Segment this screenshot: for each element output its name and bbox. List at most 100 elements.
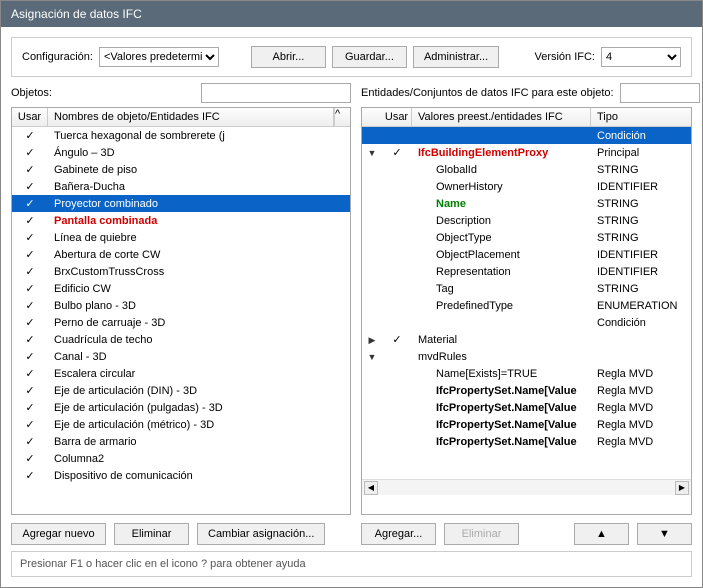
entity-row[interactable]: PredefinedTypeENUMERATION xyxy=(362,297,691,314)
object-row[interactable]: ✓Tuerca hexagonal de sombrerete (j xyxy=(12,127,350,144)
object-name: Eje de articulación (DIN) - 3D xyxy=(48,382,350,400)
object-row[interactable]: ✓Proyector combinado xyxy=(12,195,350,212)
col-name-header-r[interactable]: Valores preest./entidades IFC xyxy=(412,108,591,126)
change-assignment-button[interactable]: Cambiar asignación... xyxy=(197,523,325,545)
object-row[interactable]: ✓Cuadrícula de techo xyxy=(12,331,350,348)
entities-grid[interactable]: Usar Valores preest./entidades IFC Tipo … xyxy=(361,107,692,515)
use-checkmark[interactable] xyxy=(382,320,412,326)
use-checkmark[interactable] xyxy=(382,184,412,190)
content-area: Configuración: <Valores predetermi Abrir… xyxy=(1,27,702,587)
entity-row[interactable]: ▶✓Material xyxy=(362,331,691,348)
add-entity-button[interactable]: Agregar... xyxy=(361,523,436,545)
use-checkmark[interactable]: ✓ xyxy=(382,143,412,162)
object-name: Abertura de corte CW xyxy=(48,246,350,264)
expand-right-icon[interactable]: ▶ xyxy=(362,334,382,346)
entities-filter-input[interactable] xyxy=(620,83,700,103)
col-use-header[interactable]: Usar xyxy=(12,108,48,126)
entity-name: Name xyxy=(412,195,591,213)
entity-row[interactable]: IfcPropertySet.Name[ValueRegla MVD xyxy=(362,416,691,433)
objects-filter-input[interactable] xyxy=(201,83,351,103)
entity-type: IDENTIFIER xyxy=(591,246,691,264)
object-row[interactable]: ✓Barra de armario xyxy=(12,433,350,450)
move-down-button[interactable]: ▼ xyxy=(637,523,692,545)
scroll-right-icon[interactable]: ▶ xyxy=(675,481,689,495)
use-checkmark[interactable] xyxy=(382,235,412,241)
use-checkmark[interactable] xyxy=(382,133,412,139)
use-checkmark[interactable] xyxy=(382,303,412,309)
version-dropdown[interactable]: 4 xyxy=(601,47,681,67)
col-expand-header xyxy=(362,108,382,126)
add-new-button[interactable]: Agregar nuevo xyxy=(11,523,106,545)
use-checkmark[interactable] xyxy=(382,422,412,428)
entity-row[interactable]: IfcPropertySet.Name[ValueRegla MVD xyxy=(362,433,691,450)
object-row[interactable]: ✓Pantalla combinada xyxy=(12,212,350,229)
use-checkmark[interactable] xyxy=(382,286,412,292)
use-checkmark[interactable] xyxy=(382,269,412,275)
delete-entity-button[interactable]: Eliminar xyxy=(444,523,519,545)
object-row[interactable]: ✓Eje de articulación (DIN) - 3D xyxy=(12,382,350,399)
use-checkmark[interactable] xyxy=(382,201,412,207)
delete-object-button[interactable]: Eliminar xyxy=(114,523,189,545)
entity-row[interactable]: NameSTRING xyxy=(362,195,691,212)
use-checkmark[interactable] xyxy=(382,252,412,258)
use-checkmark[interactable] xyxy=(382,218,412,224)
object-row[interactable]: ✓Eje de articulación (pulgadas) - 3D xyxy=(12,399,350,416)
object-row[interactable]: ✓Ángulo – 3D xyxy=(12,144,350,161)
admin-button[interactable]: Administrar... xyxy=(413,46,499,68)
object-row[interactable]: ✓Línea de quiebre xyxy=(12,229,350,246)
entity-row[interactable]: Name[Exists]=TRUERegla MVD xyxy=(362,365,691,382)
object-row[interactable]: ✓Gabinete de piso xyxy=(12,161,350,178)
object-row[interactable]: ✓Canal - 3D xyxy=(12,348,350,365)
object-row[interactable]: ✓Dispositivo de comunicación xyxy=(12,467,350,484)
entity-type: STRING xyxy=(591,195,691,213)
object-row[interactable]: ✓Edificio CW xyxy=(12,280,350,297)
objects-label: Objetos: xyxy=(11,87,52,99)
entity-row[interactable]: GlobalIdSTRING xyxy=(362,161,691,178)
expand-down-icon[interactable]: ▼ xyxy=(362,147,382,159)
col-name-header[interactable]: Nombres de objeto/Entidades IFC xyxy=(48,108,334,126)
object-row[interactable]: ✓Columna2 xyxy=(12,450,350,467)
scroll-left-icon[interactable]: ◀ xyxy=(364,481,378,495)
expand-placeholder xyxy=(362,300,382,312)
use-checkmark[interactable]: ✓ xyxy=(382,330,412,349)
use-checkmark[interactable]: ✓ xyxy=(12,466,48,485)
entity-row[interactable]: DescriptionSTRING xyxy=(362,212,691,229)
expand-placeholder xyxy=(362,283,382,295)
use-checkmark[interactable] xyxy=(382,371,412,377)
entity-row[interactable]: ObjectPlacementIDENTIFIER xyxy=(362,246,691,263)
entity-row[interactable]: IfcPropertySet.Name[ValueRegla MVD xyxy=(362,399,691,416)
move-up-button[interactable]: ▲ xyxy=(574,523,629,545)
entity-row[interactable]: IfcPropertySet.Name[ValueRegla MVD xyxy=(362,382,691,399)
version-label: Versión IFC: xyxy=(534,51,595,63)
col-use-header-r[interactable]: Usar xyxy=(382,108,412,126)
expand-placeholder xyxy=(362,215,382,227)
open-button[interactable]: Abrir... xyxy=(251,46,326,68)
use-checkmark[interactable] xyxy=(382,388,412,394)
object-row[interactable]: ✓Bulbo plano - 3D xyxy=(12,297,350,314)
entity-row[interactable]: RepresentationIDENTIFIER xyxy=(362,263,691,280)
main-row: Objetos: Usar Nombres de objeto/Entidade… xyxy=(11,83,692,545)
object-row[interactable]: ✓Perno de carruaje - 3D xyxy=(12,314,350,331)
use-checkmark[interactable] xyxy=(382,354,412,360)
expand-down-icon[interactable]: ▼ xyxy=(362,351,382,363)
config-dropdown[interactable]: <Valores predetermi xyxy=(99,47,219,67)
object-row[interactable]: ✓Bañera-Ducha xyxy=(12,178,350,195)
object-row[interactable]: ✓Escalera circular xyxy=(12,365,350,382)
entity-row[interactable]: OwnerHistoryIDENTIFIER xyxy=(362,178,691,195)
entity-row[interactable]: Condición xyxy=(362,314,691,331)
entity-row[interactable]: TagSTRING xyxy=(362,280,691,297)
col-type-header-r[interactable]: Tipo xyxy=(591,108,691,126)
use-checkmark[interactable] xyxy=(382,439,412,445)
save-button[interactable]: Guardar... xyxy=(332,46,407,68)
entity-row[interactable]: ▼✓IfcBuildingElementProxyPrincipal xyxy=(362,144,691,161)
horizontal-scrollbar[interactable]: ◀ ▶ xyxy=(362,479,691,495)
object-row[interactable]: ✓Abertura de corte CW xyxy=(12,246,350,263)
object-row[interactable]: ✓BrxCustomTrussCross xyxy=(12,263,350,280)
use-checkmark[interactable] xyxy=(382,405,412,411)
entity-row[interactable]: ▼mvdRules xyxy=(362,348,691,365)
object-row[interactable]: ✓Eje de articulación (métrico) - 3D xyxy=(12,416,350,433)
entity-row[interactable]: ObjectTypeSTRING xyxy=(362,229,691,246)
use-checkmark[interactable] xyxy=(382,167,412,173)
objects-grid[interactable]: Usar Nombres de objeto/Entidades IFC ^ ✓… xyxy=(11,107,351,515)
entity-row[interactable]: Condición xyxy=(362,127,691,144)
